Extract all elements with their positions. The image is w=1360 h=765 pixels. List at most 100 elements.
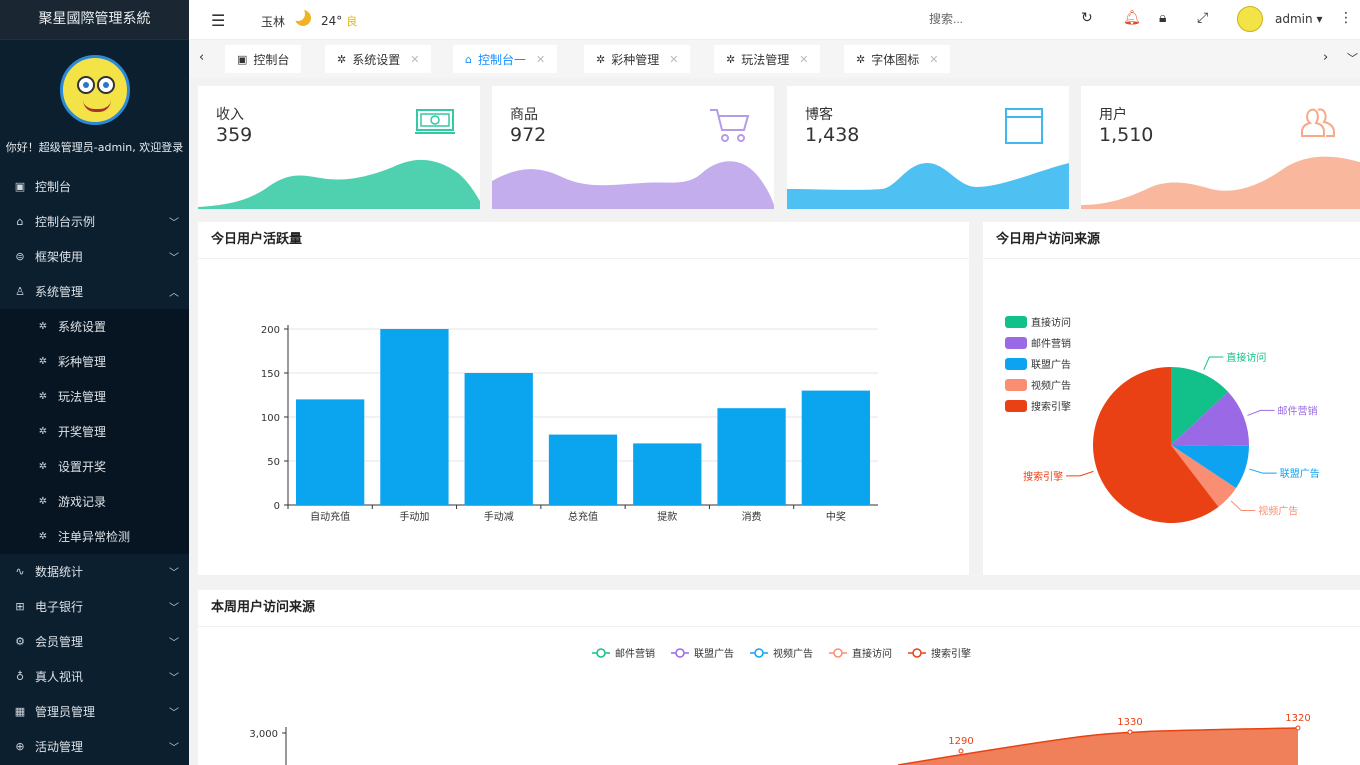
stat-label: 商品 [510,107,538,123]
stat-value: 972 [510,124,547,146]
close-icon[interactable]: ✕ [799,53,808,66]
legend-swatch [1005,379,1027,391]
search-input[interactable] [929,12,1039,26]
plus-circle-icon: ⊕ [15,740,25,753]
tab-console-1[interactable]: ⌂ 控制台一 ✕ [453,45,558,73]
home-icon: ⌂ [16,215,24,228]
tab-lottery-types[interactable]: ✲ 彩种管理 ✕ [584,45,691,73]
star-icon: ✲ [856,52,866,66]
point-marker [1127,729,1133,735]
star-icon: ✲ [38,461,48,472]
legend-label: 直接访问 [1031,316,1071,329]
bar-6 [717,408,786,505]
tabs-menu-icon[interactable]: ﹀ [1347,50,1358,66]
avatar-eye [96,76,115,94]
x-tick-label: 自动充值 [310,510,350,523]
caret-down-icon: ▾ [1316,12,1323,26]
tab-console[interactable]: ▣ 控制台 [225,45,302,73]
income-wave [198,159,480,209]
sidebar-item-live-video[interactable]: ♁ 真人视讯 ﹀ [0,659,189,694]
activity-bar-chart: 0 50 100 150 200 自动充值 手动加 手动减 总充值 提款 消费 中奖 [261,325,878,523]
avatar-eye [76,76,95,94]
sidebar-subitem-draw-management[interactable]: ✲ 开奖管理 [0,414,189,449]
x-tick-label: 总充值 [568,510,598,523]
legend-label: 搜索引擎 [1031,400,1071,413]
menu-toggle-icon[interactable]: ☰ [211,11,225,30]
users-wave [1081,156,1360,209]
x-tick-label: 中奖 [826,510,846,523]
stat-value: 359 [216,124,253,146]
legend-marker [754,648,764,658]
avatar-mouth [82,100,111,112]
stat-card-users: 用户 1,510 [1081,86,1360,209]
close-icon[interactable]: ✕ [929,53,938,66]
point-label: 1330 [1117,717,1142,728]
sidebar-item-label: 系统设置 [58,320,107,334]
sidebar-item-label: 真人视讯 [35,670,84,684]
bar-4 [548,434,618,505]
pie-leader [1247,409,1275,416]
sidebar: 聚星國際管理系統 你好！超级管理员-admin, 欢迎登录 ▣ 控制台 ⌂ 控制… [0,0,189,765]
tab-play-rules[interactable]: ✲ 玩法管理 ✕ [714,45,821,73]
tabs-prev-icon[interactable]: ‹ [199,50,204,65]
pie-label: 直接访问 [1226,351,1266,364]
star-icon: ✲ [38,531,48,542]
sidebar-item-framework[interactable]: ⊜ 框架使用 ﹀ [0,239,189,274]
legend-swatch [1005,337,1027,349]
sidebar-subitem-lottery-types[interactable]: ✲ 彩种管理 [0,344,189,379]
bell-icon[interactable]: 🔔︎ [1123,10,1141,26]
user-menu[interactable]: admin ▾ [1275,12,1322,26]
tabs-next-icon[interactable]: › [1323,50,1328,65]
refresh-icon[interactable]: ↻ [1081,10,1093,26]
sidebar-item-label: 活动管理 [35,740,84,754]
x-tick-label: 手动减 [484,510,514,523]
sidebar-subitem-game-records[interactable]: ✲ 游戏记录 [0,484,189,519]
tab-label: 彩种管理 [611,52,660,67]
avatar[interactable] [59,55,130,125]
chevron-down-icon: ﹀ [169,743,179,754]
weather-temp: 24° 良 [321,13,357,29]
sidebar-item-members[interactable]: ⚙ 会员管理 ﹀ [0,624,189,659]
y-tick-label: 150 [261,369,280,380]
sidebar-subitem-draw-settings[interactable]: ✲ 设置开奖 [0,449,189,484]
sidebar-item-label: 玩法管理 [58,390,107,404]
bar-2 [380,329,449,505]
weather-city: 玉林 [261,15,286,29]
sidebar-item-label: 开奖管理 [58,425,107,439]
legend-label: 搜索引擎 [931,647,971,660]
lock-icon[interactable]: 🔒︎ [1159,10,1166,26]
sidebar-item-label: 系统管理 [35,285,84,299]
sidebar-item-console[interactable]: ▣ 控制台 [0,169,189,204]
sidebar-subitem-bet-anomaly[interactable]: ✲ 注单异常检测 [0,519,189,554]
source-panel: 今日用户访问来源 直接访问 邮件营销 联盟广告 视频广告 搜索引擎 直接访问 邮件营销 联盟广… [983,222,1360,575]
sidebar-item-label: 会员管理 [35,635,84,649]
sidebar-item-activities[interactable]: ⊕ 活动管理 ﹀ [0,729,189,764]
sidebar-item-e-bank[interactable]: ⊞ 电子银行 ﹀ [0,589,189,624]
user-avatar[interactable] [1237,6,1263,32]
fullscreen-icon[interactable]: ⤢ [1197,10,1208,26]
bar-1 [296,399,365,505]
tab-system-settings[interactable]: ✲ 系统设置 ✕ [325,45,432,73]
sidebar-item-label: 管理员管理 [35,705,96,719]
tab-label: 玩法管理 [741,52,790,67]
sidebar-item-label: 电子银行 [35,600,84,614]
close-icon[interactable]: ✕ [410,53,419,66]
y-tick-label: 50 [267,457,280,468]
legend-marker [912,648,922,658]
close-icon[interactable]: ✕ [669,53,678,66]
more-icon[interactable]: ⋮ [1339,10,1353,26]
close-icon[interactable]: ✕ [536,53,545,66]
x-tick-label: 消费 [742,510,762,523]
sidebar-item-statistics[interactable]: ∿ 数据统计 ﹀ [0,554,189,589]
tab-font-icons[interactable]: ✲ 字体图标 ✕ [844,45,951,73]
sidebar-item-console-examples[interactable]: ⌂ 控制台示例 ﹀ [0,204,189,239]
pie-label: 搜索引擎 [1023,470,1063,483]
chevron-down-icon: ﹀ [169,218,179,229]
sidebar-item-admins[interactable]: ▦ 管理员管理 ﹀ [0,694,189,729]
bar-5 [633,443,702,505]
sidebar-subitem-system-settings[interactable]: ✲ 系统设置 [0,309,189,344]
pie-label: 视频广告 [1258,504,1298,517]
sidebar-item-system[interactable]: ♙ 系统管理 ︿ [0,274,189,309]
sidebar-subitem-play-rules[interactable]: ✲ 玩法管理 [0,379,189,414]
bank-icon: ⊞ [15,600,25,613]
